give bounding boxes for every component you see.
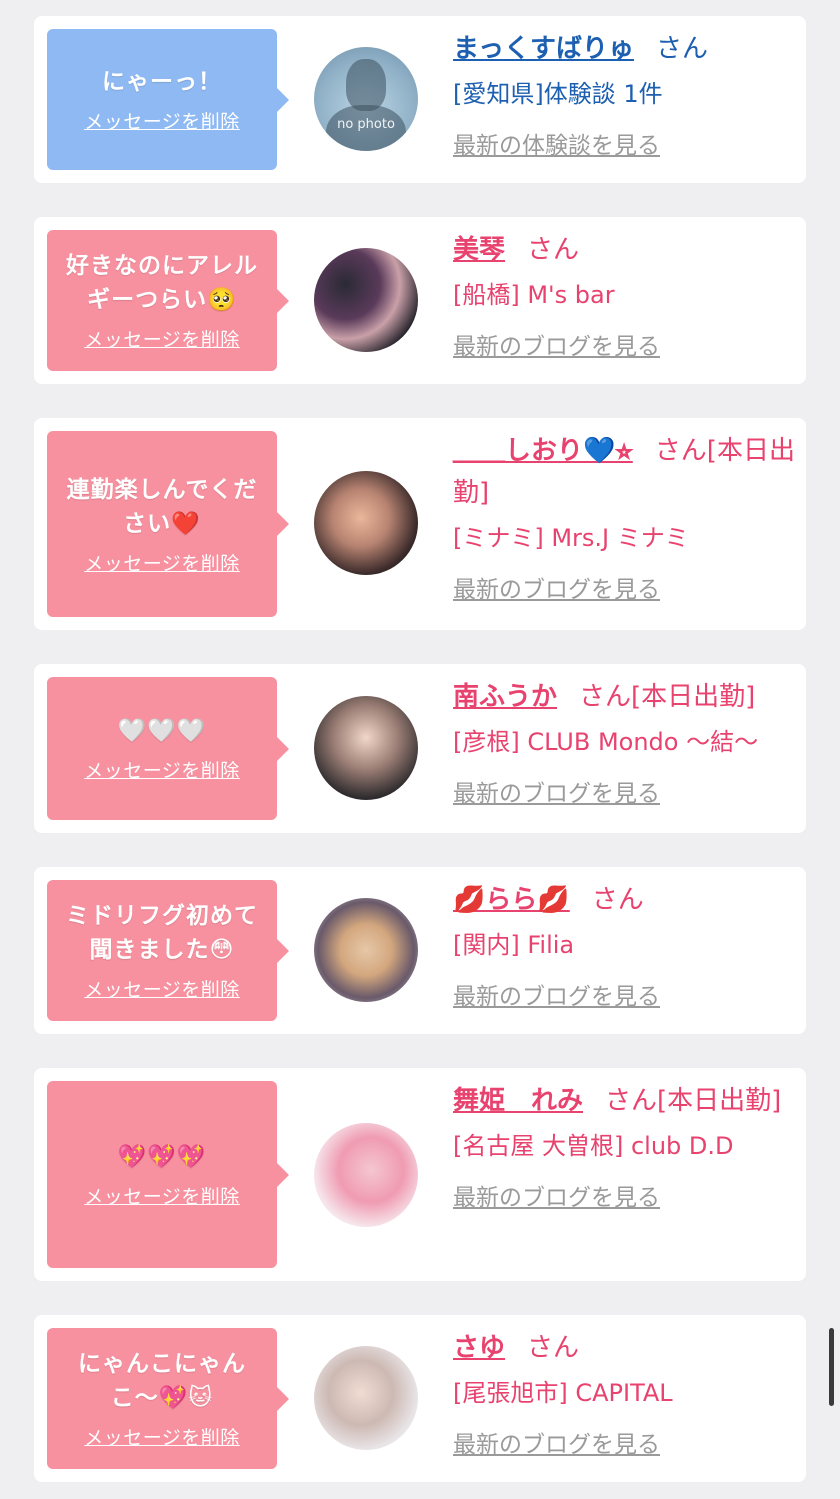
latest-blog-link[interactable]: 最新のブログを見る <box>453 774 660 808</box>
delete-message-link[interactable]: メッセージを削除 <box>84 549 240 576</box>
message-bubble: ミドリフグ初めて聞きました😳 メッセージを削除 <box>47 880 289 1021</box>
latest-blog-link[interactable]: 最新のブログを見る <box>453 977 660 1011</box>
avatar[interactable] <box>314 1123 418 1227</box>
user-location: [名古屋 大曽根] club D.D <box>453 1132 734 1160</box>
user-name-link[interactable]: 💋らら💋 <box>453 885 570 915</box>
user-info: 舞姫 れみ さん[本日出勤] [名古屋 大曽根] club D.D 最新のブログを… <box>453 1080 798 1212</box>
user-name-link[interactable]: さゆ <box>453 1333 505 1363</box>
message-bubble: にゃんこにゃんこ〜💖🐱 メッセージを削除 <box>47 1328 289 1469</box>
message-card: にゃんこにゃんこ〜💖🐱 メッセージを削除 さゆ さん [尾張旭市] CAPITAL… <box>34 1315 806 1482</box>
honorific: さん[本日出勤] <box>605 1086 782 1116</box>
scrollbar-thumb[interactable] <box>829 1328 834 1406</box>
latest-blog-link[interactable]: 最新のブログを見る <box>453 1178 660 1212</box>
latest-blog-link[interactable]: 最新のブログを見る <box>453 327 660 361</box>
message-bubble: 🤍🤍🤍 メッセージを削除 <box>47 677 289 820</box>
no-photo-label: no photo <box>337 117 395 132</box>
user-info: 南ふうか さん[本日出勤] [彦根] CLUB Mondo 〜結〜 最新のブログを… <box>453 676 798 808</box>
avatar[interactable] <box>314 898 418 1002</box>
honorific: さん <box>527 1333 580 1363</box>
user-info: 💋らら💋 さん [関内] Filia 最新のブログを見る <box>453 879 798 1011</box>
user-name-link[interactable]: まっくすばりゅ <box>453 34 634 64</box>
user-name-link[interactable]: 南ふうか <box>453 682 557 712</box>
message-bubble: 連勤楽しんでください❤️ メッセージを削除 <box>47 431 289 617</box>
honorific: さん <box>527 235 580 265</box>
user-name-link[interactable]: 美琴 <box>453 235 505 265</box>
user-location: [関内] Filia <box>453 931 575 959</box>
avatar[interactable] <box>314 248 418 352</box>
user-name-link[interactable]: ＿＿しおり💙⭐︎ <box>453 436 633 466</box>
message-text: にゃーっ！ <box>102 69 222 95</box>
user-location: [愛知県]体験談 1件 <box>453 80 663 108</box>
message-card: ミドリフグ初めて聞きました😳 メッセージを削除 💋らら💋 さん [関内] Fili… <box>34 867 806 1034</box>
user-info: さゆ さん [尾張旭市] CAPITAL 最新のブログを見る <box>453 1327 798 1459</box>
avatar[interactable] <box>314 696 418 800</box>
avatar[interactable]: no photo <box>314 47 418 151</box>
avatar[interactable] <box>314 1346 418 1450</box>
delete-message-link[interactable]: メッセージを削除 <box>84 756 240 783</box>
person-silhouette-icon <box>346 59 386 111</box>
message-text: 連勤楽しんでください❤️ <box>66 476 258 537</box>
delete-message-link[interactable]: メッセージを削除 <box>84 975 240 1002</box>
honorific: さん <box>655 34 708 64</box>
delete-message-link[interactable]: メッセージを削除 <box>84 107 240 134</box>
message-card: 連勤楽しんでください❤️ メッセージを削除 ＿＿しおり💙⭐︎ さん[本日出勤] [… <box>34 418 806 630</box>
user-location: [尾張旭市] CAPITAL <box>453 1379 673 1407</box>
latest-blog-link[interactable]: 最新のブログを見る <box>453 570 660 604</box>
message-card: 好きなのにアレルギーつらい🥺 メッセージを削除 美琴 さん [船橋] M's ba… <box>34 217 806 384</box>
delete-message-link[interactable]: メッセージを削除 <box>84 1182 240 1209</box>
user-location: [彦根] CLUB Mondo 〜結〜 <box>453 728 759 756</box>
delete-message-link[interactable]: メッセージを削除 <box>84 1423 240 1450</box>
message-bubble: にゃーっ！ メッセージを削除 <box>47 29 289 170</box>
user-info: ＿＿しおり💙⭐︎ さん[本日出勤] [ミナミ] Mrs.J ミナミ 最新のブログを… <box>453 430 798 604</box>
latest-blog-link[interactable]: 最新のブログを見る <box>453 1425 660 1459</box>
latest-review-link[interactable]: 最新の体験談を見る <box>453 126 660 160</box>
message-text: 🤍🤍🤍 <box>117 718 207 744</box>
user-info: まっくすばりゅ さん [愛知県]体験談 1件 最新の体験談を見る <box>453 28 798 160</box>
message-text: 💖💖💖 <box>117 1144 207 1170</box>
delete-message-link[interactable]: メッセージを削除 <box>84 325 240 352</box>
avatar[interactable] <box>314 471 418 575</box>
message-card: 🤍🤍🤍 メッセージを削除 南ふうか さん[本日出勤] [彦根] CLUB Mond… <box>34 664 806 833</box>
honorific: さん[本日出勤] <box>579 682 756 712</box>
message-text: 好きなのにアレルギーつらい🥺 <box>66 253 258 313</box>
user-location: [ミナミ] Mrs.J ミナミ <box>453 524 689 552</box>
message-card: にゃーっ！ メッセージを削除 no photo まっくすばりゅ さん [愛知県]体… <box>34 16 806 183</box>
message-text: ミドリフグ初めて聞きました😳 <box>66 903 258 963</box>
message-text: にゃんこにゃんこ〜💖🐱 <box>78 1351 246 1411</box>
user-name-link[interactable]: 舞姫 れみ <box>453 1086 583 1116</box>
honorific: さん <box>591 885 644 915</box>
user-location: [船橋] M's bar <box>453 281 615 309</box>
message-card: 💖💖💖 メッセージを削除 舞姫 れみ さん[本日出勤] [名古屋 大曽根] clu… <box>34 1068 806 1281</box>
user-info: 美琴 さん [船橋] M's bar 最新のブログを見る <box>453 229 798 361</box>
message-bubble: 好きなのにアレルギーつらい🥺 メッセージを削除 <box>47 230 289 371</box>
message-bubble: 💖💖💖 メッセージを削除 <box>47 1081 289 1268</box>
